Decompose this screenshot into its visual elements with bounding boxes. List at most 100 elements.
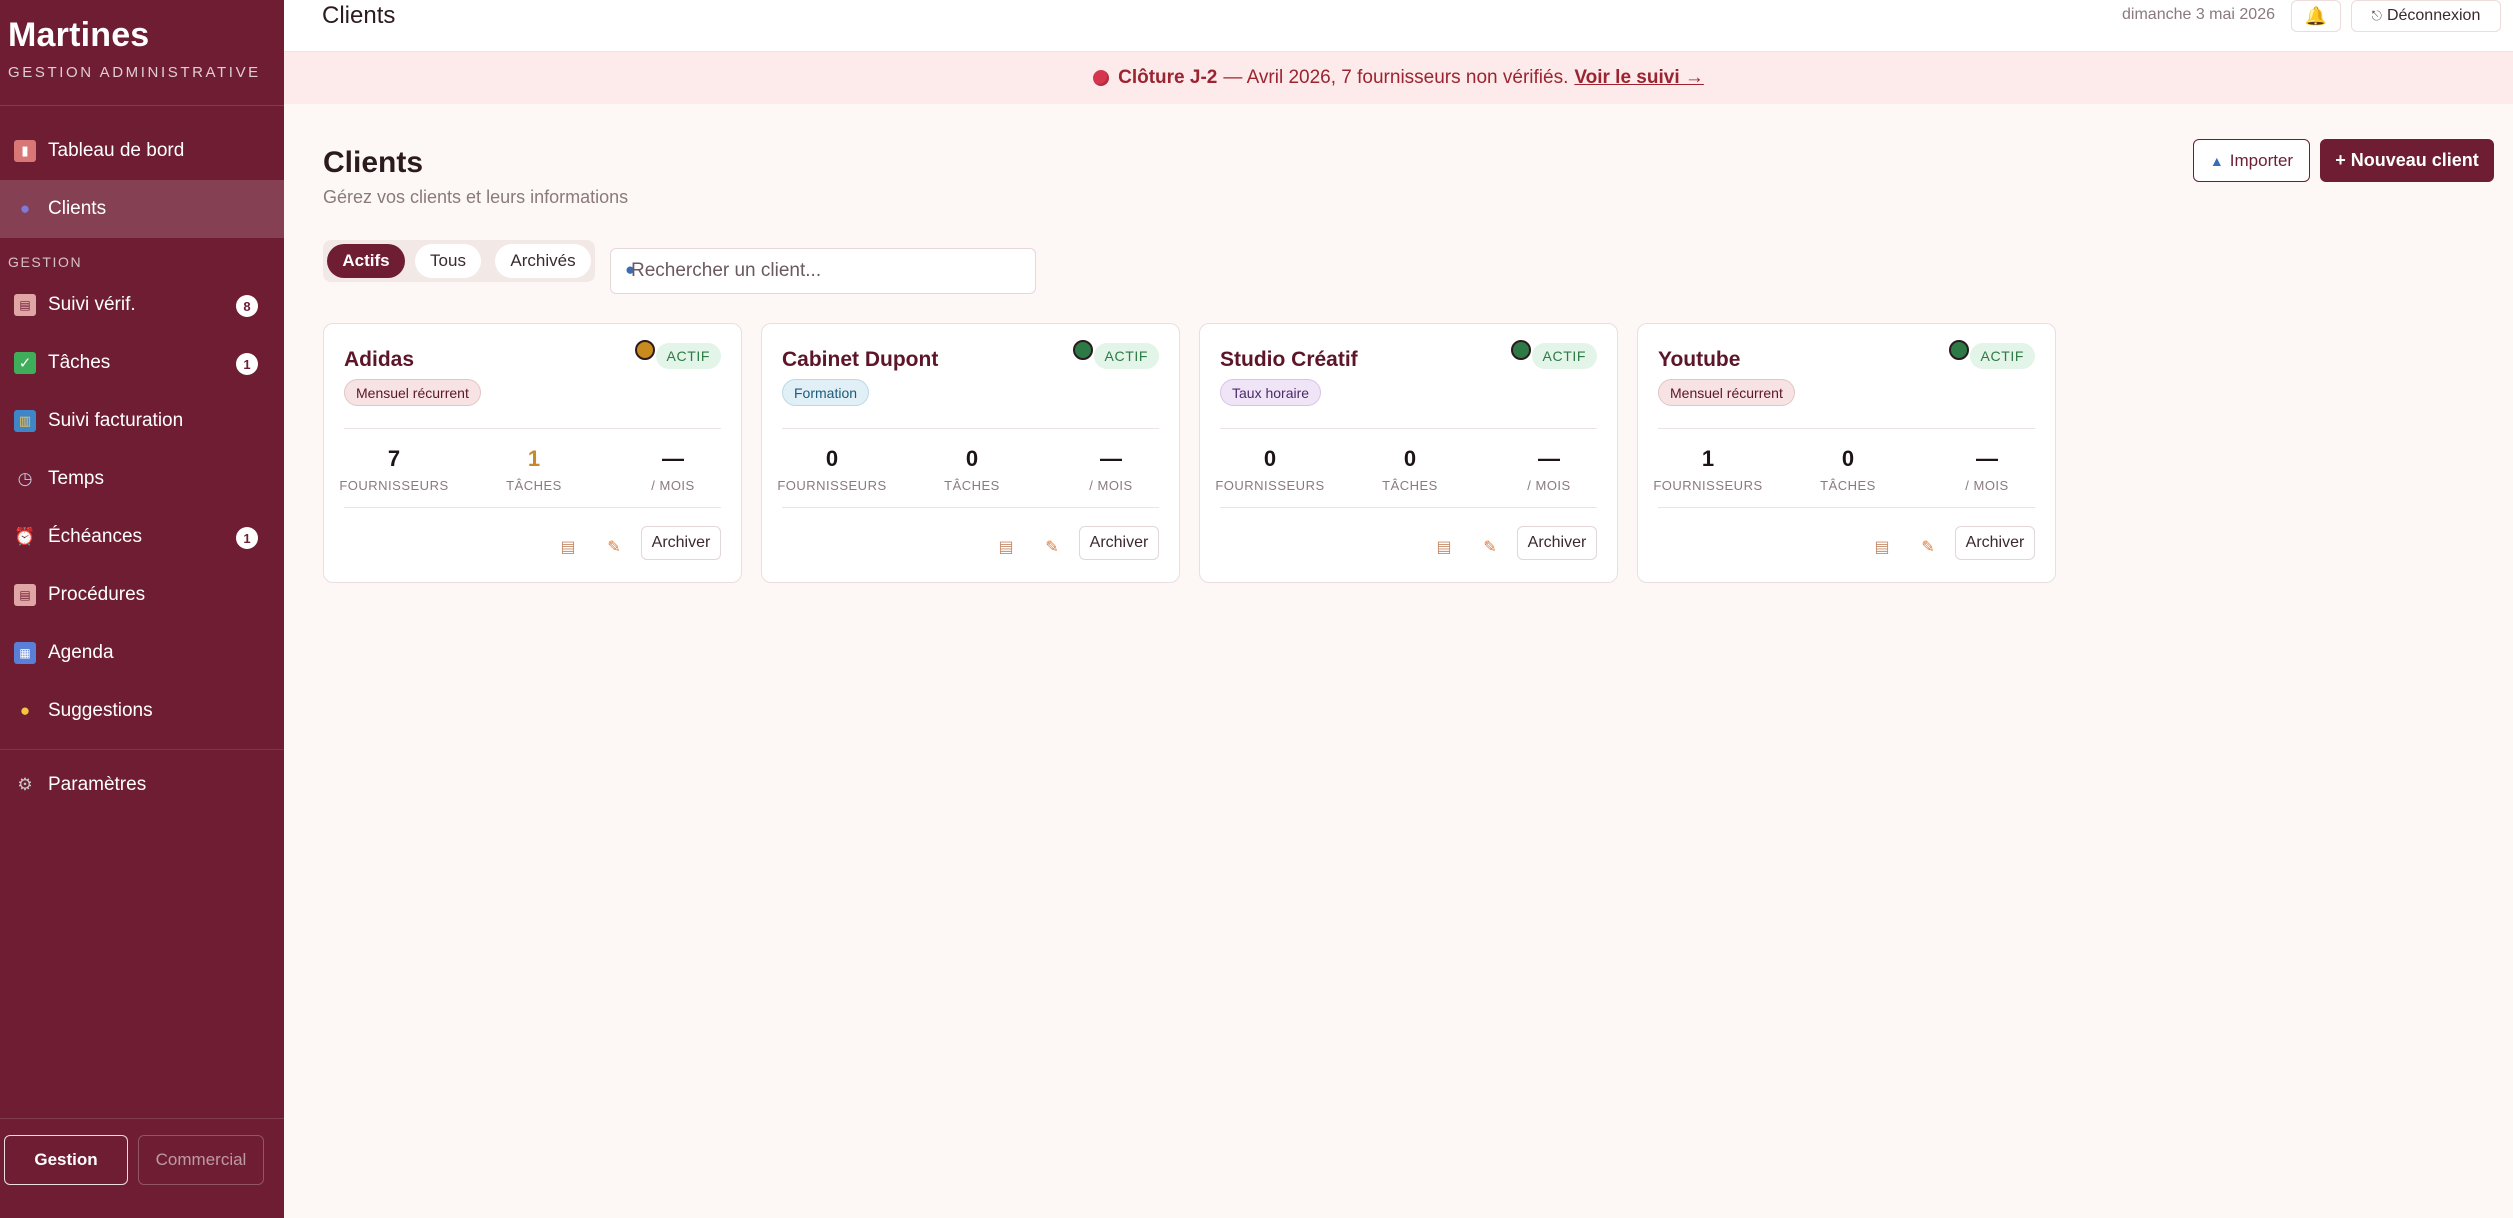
stat-value: 0	[825, 446, 839, 471]
archive-button[interactable]: Archiver	[1955, 526, 2035, 560]
sidebar-item-label: Agenda	[48, 642, 114, 663]
edit-pencil-icon[interactable]: ✎	[1477, 534, 1503, 560]
card-divider	[1220, 428, 1597, 429]
stat-value: —	[662, 446, 684, 471]
stat-label: / MOIS	[1089, 478, 1133, 493]
card-divider	[782, 507, 1159, 508]
stat-label: TÂCHES	[944, 478, 1000, 493]
stat-value: 0	[1403, 446, 1417, 471]
archive-button[interactable]: Archiver	[1079, 526, 1159, 560]
stat-value: 0	[965, 446, 979, 471]
sidebar-item-badge: 1	[236, 527, 258, 549]
logout-button[interactable]: ⎋ Déconnexion	[2351, 0, 2501, 32]
status-badge: ACTIF	[655, 343, 721, 369]
sidebar-item-taches[interactable]: ✓ Tâches 1	[0, 334, 284, 392]
archive-button[interactable]: Archiver	[641, 526, 721, 560]
sidebar-divider	[0, 740, 284, 750]
stat-value: 1	[1701, 446, 1715, 471]
stat-label: / MOIS	[1527, 478, 1571, 493]
archive-button[interactable]: Archiver	[1517, 526, 1597, 560]
sidebar-item-procedures[interactable]: ▤ Procédures	[0, 566, 284, 624]
edit-pencil-icon[interactable]: ✎	[1039, 534, 1065, 560]
sidebar-item-echeances[interactable]: ⏰ Échéances 1	[0, 508, 284, 566]
stat-fournisseurs: 0 FOURNISSEURS	[1210, 446, 1330, 493]
alert-link[interactable]: Voir le suivi →	[1574, 67, 1704, 89]
card-divider	[782, 428, 1159, 429]
import-button[interactable]: ▲ Importer	[2193, 139, 2310, 182]
current-date: dimanche 3 mai 2026	[2122, 6, 2275, 23]
status-dot-icon	[635, 340, 655, 360]
books-icon: ▥	[14, 410, 36, 432]
stat-taches: 1 TÂCHES	[474, 446, 594, 493]
stat-value: —	[1538, 446, 1560, 471]
filter-tab-tous[interactable]: Tous	[415, 244, 481, 278]
stat-label: TÂCHES	[1820, 478, 1876, 493]
mode-gestion-button[interactable]: Gestion	[4, 1135, 128, 1185]
billing-type-tag: Mensuel récurrent	[344, 379, 481, 406]
sidebar-item-label: Tableau de bord	[48, 140, 185, 161]
stat-label: FOURNISSEURS	[1653, 478, 1763, 493]
stat-fournisseurs: 0 FOURNISSEURS	[772, 446, 892, 493]
sidebar-item-agenda[interactable]: ▦ Agenda	[0, 624, 284, 682]
sidebar-section-gestion: GESTION	[8, 254, 83, 270]
stat-mois: — / MOIS	[1927, 446, 2047, 493]
client-card: Studio Créatif ACTIF Taux horaire 0 FOUR…	[1199, 323, 1618, 583]
page-subtitle: Gérez vos clients et leurs informations	[323, 187, 629, 207]
notifications-button[interactable]: 🔔	[2291, 0, 2341, 32]
search-box: ●	[610, 248, 1036, 294]
clipboard-icon[interactable]: ▤	[993, 534, 1019, 560]
new-client-button[interactable]: + Nouveau client	[2320, 139, 2494, 182]
sidebar-item-suivi-verif[interactable]: ▤ Suivi vérif. 8	[0, 276, 284, 334]
status-filter-tabs: Actifs Tous Archivés	[323, 240, 595, 282]
clipboard-icon: ▤	[14, 294, 36, 316]
sidebar-item-suggestions[interactable]: ● Suggestions	[0, 682, 284, 740]
brand-title: Martines	[8, 16, 150, 54]
alert-dot-icon	[1093, 70, 1110, 86]
sidebar-item-tableau-de-bord[interactable]: ▮ Tableau de bord	[0, 122, 284, 180]
sidebar-item-label: Temps	[48, 468, 104, 489]
users-icon: ●	[19, 199, 31, 218]
brand: Martines GESTION ADMINISTRATIVE	[0, 0, 284, 106]
stopwatch-icon: ◷	[17, 469, 33, 488]
billing-type-tag: Taux horaire	[1220, 379, 1322, 406]
filter-tab-actifs[interactable]: Actifs	[327, 244, 405, 278]
sidebar: Martines GESTION ADMINISTRATIVE ▮ Tablea…	[0, 0, 284, 1218]
status-badge: ACTIF	[1531, 343, 1597, 369]
stat-label: FOURNISSEURS	[777, 478, 887, 493]
sidebar-item-clients[interactable]: ● Clients	[0, 180, 284, 238]
alert-strong: Clôture J-2	[1118, 67, 1218, 88]
sidebar-item-parametres[interactable]: ⚙ Paramètres	[0, 756, 284, 814]
billing-type-tag: Formation	[782, 379, 870, 406]
stat-value: 7	[387, 446, 401, 471]
stat-label: TÂCHES	[506, 478, 562, 493]
page-title: Clients	[323, 146, 424, 179]
stat-fournisseurs: 7 FOURNISSEURS	[334, 446, 454, 493]
sidebar-item-label: Clients	[48, 198, 107, 219]
card-divider	[344, 428, 721, 429]
edit-pencil-icon[interactable]: ✎	[1915, 534, 1941, 560]
clipboard-icon[interactable]: ▤	[1869, 534, 1895, 560]
sidebar-item-suivi-facturation[interactable]: ▥ Suivi facturation	[0, 392, 284, 450]
sidebar-nav: ▮ Tableau de bord ● Clients GESTION ▤ Su…	[0, 122, 284, 814]
status-dot-icon	[1511, 340, 1531, 360]
stat-taches: 0 TÂCHES	[1788, 446, 1908, 493]
stat-value: 1	[527, 446, 541, 471]
edit-pencil-icon[interactable]: ✎	[601, 534, 627, 560]
sidebar-item-temps[interactable]: ◷ Temps	[0, 450, 284, 508]
alarm-clock-icon: ⏰	[14, 527, 36, 546]
status-dot-icon	[1073, 340, 1093, 360]
stat-value: —	[1100, 446, 1122, 471]
card-divider	[344, 507, 721, 508]
topbar-title: Clients	[322, 2, 396, 29]
search-input[interactable]	[631, 249, 1031, 293]
clipboard-icon[interactable]: ▤	[555, 534, 581, 560]
filter-tab-archives[interactable]: Archivés	[495, 244, 591, 278]
stat-taches: 0 TÂCHES	[1350, 446, 1470, 493]
stat-label: / MOIS	[651, 478, 695, 493]
mode-commercial-button[interactable]: Commercial	[138, 1135, 264, 1185]
stat-label: FOURNISSEURS	[339, 478, 449, 493]
alert-text: — Avril 2026, 7 fournisseurs non vérifié…	[1223, 67, 1569, 88]
stat-taches: 0 TÂCHES	[912, 446, 1032, 493]
clipboard-icon[interactable]: ▤	[1431, 534, 1457, 560]
sidebar-item-label: Suivi facturation	[48, 410, 184, 431]
